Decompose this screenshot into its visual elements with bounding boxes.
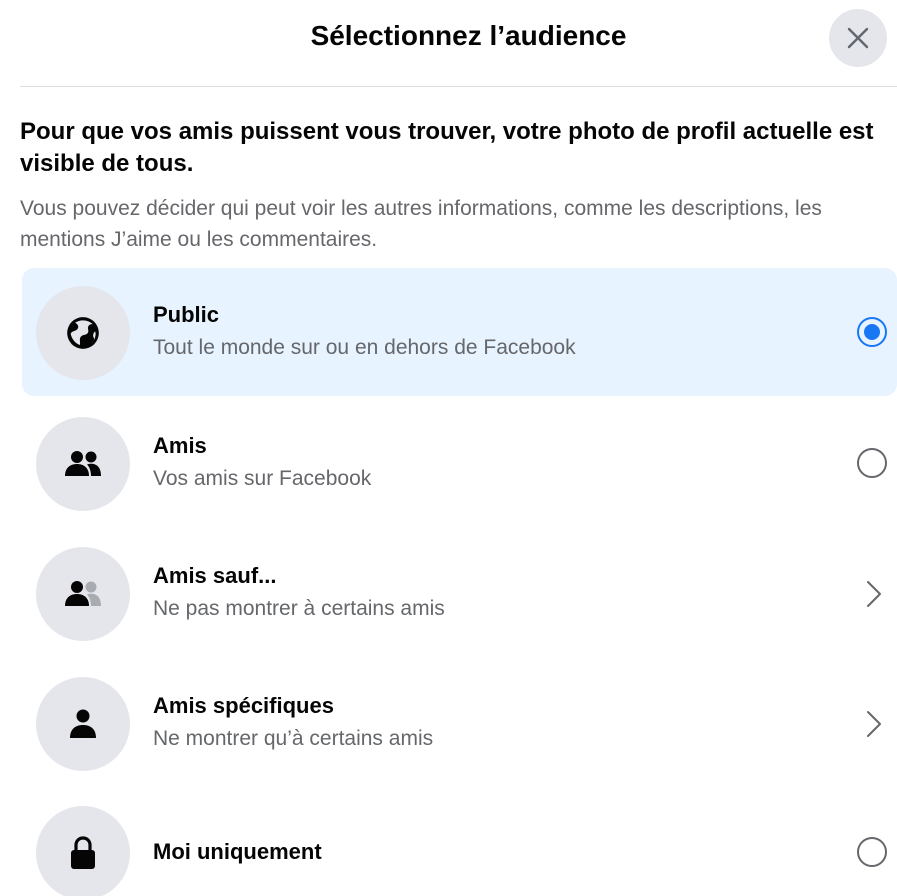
intro-text: Vous pouvez décider qui peut voir les au… — [20, 197, 822, 251]
option-friends-except[interactable]: Amis sauf... Ne pas montrer à certains a… — [22, 529, 897, 657]
lock-icon — [71, 836, 95, 869]
close-button[interactable] — [829, 9, 887, 67]
option-title: Amis — [153, 433, 207, 458]
close-icon — [847, 27, 869, 49]
option-title: Amis spécifiques — [153, 693, 334, 718]
option-title: Amis sauf... — [153, 563, 277, 588]
dialog-header: Sélectionnez l’audience — [20, 0, 897, 87]
friends-icon — [65, 451, 101, 476]
radio-only-me[interactable] — [857, 837, 887, 867]
option-title: Public — [153, 302, 220, 327]
radio-friends[interactable] — [857, 448, 887, 478]
option-subtitle: Tout le monde sur ou en dehors de Facebo… — [153, 336, 576, 359]
option-icon-circle — [36, 806, 130, 896]
option-subtitle: Ne montrer qu’à certains amis — [153, 727, 434, 750]
intro-title: Pour que vos amis puissent vous trouver,… — [20, 118, 874, 177]
option-icon-circle — [36, 547, 130, 641]
option-icon-circle — [36, 417, 130, 511]
option-only-me[interactable]: Moi uniquement — [22, 788, 897, 896]
audience-dialog: Sélectionnez l’audience Pour que vos ami… — [0, 0, 897, 896]
chevron-right-icon[interactable] — [865, 709, 883, 739]
radio-public[interactable] — [857, 317, 887, 347]
chevron-right-icon[interactable] — [865, 579, 883, 609]
friends-except-icon — [65, 581, 101, 606]
option-specific-friends[interactable]: Amis spécifiques Ne montrer qu’à certain… — [22, 659, 897, 787]
option-title: Moi uniquement — [153, 839, 322, 864]
person-icon — [70, 709, 96, 738]
option-icon-circle — [36, 677, 130, 771]
option-public[interactable]: Public Tout le monde sur ou en dehors de… — [22, 268, 897, 396]
globe-icon — [67, 317, 99, 349]
option-subtitle: Ne pas montrer à certains amis — [153, 597, 445, 620]
dialog-title: Sélectionnez l’audience — [310, 20, 627, 51]
option-friends[interactable]: Amis Vos amis sur Facebook — [22, 399, 897, 527]
option-subtitle: Vos amis sur Facebook — [153, 467, 372, 490]
option-icon-circle — [36, 286, 130, 380]
